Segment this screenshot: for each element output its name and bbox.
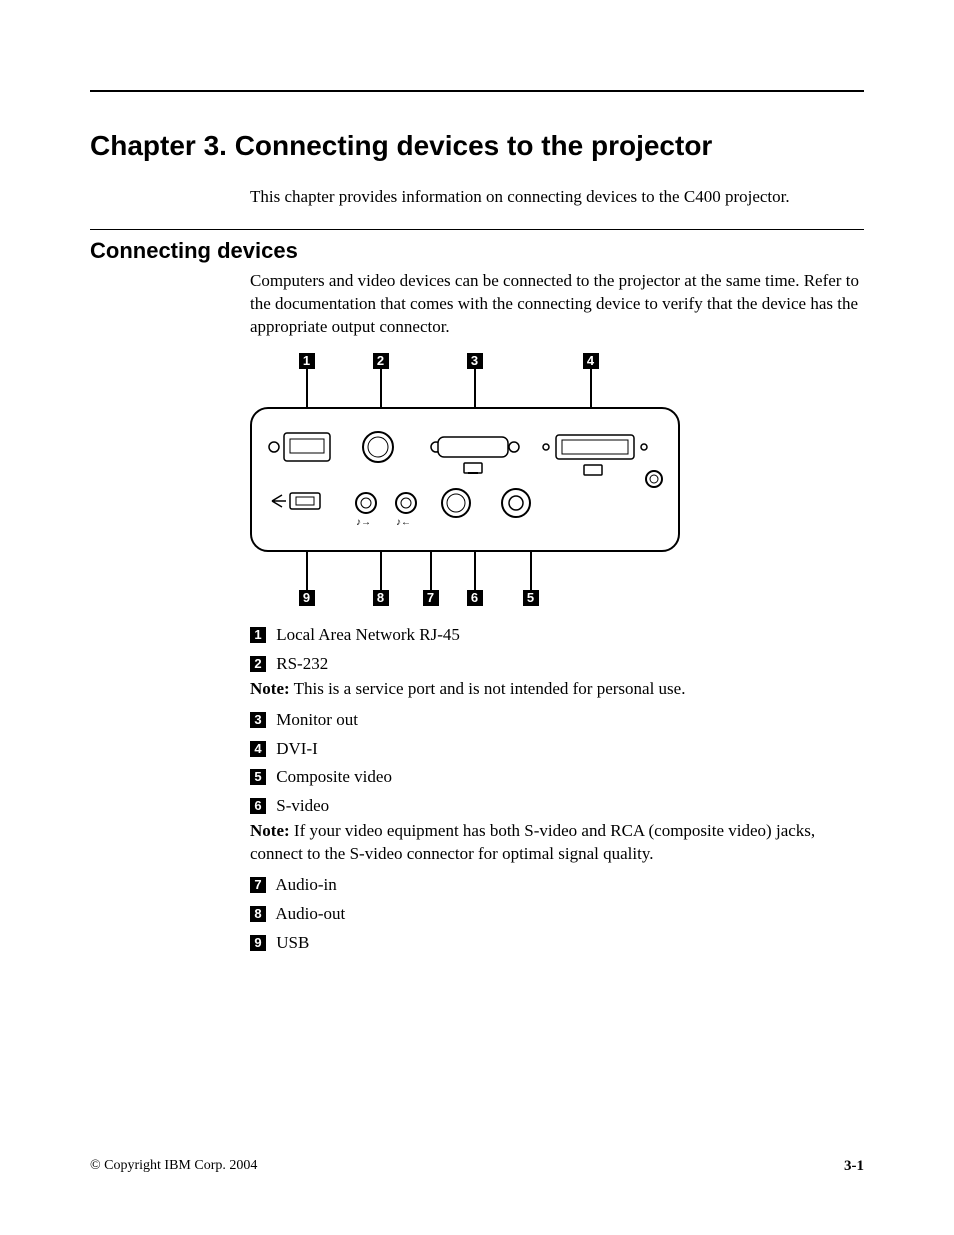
diagram-label-1: 1 [299,353,315,369]
note-label: Note: [250,679,290,698]
callout-badge: 9 [250,935,266,951]
note-text: This is a service port and is not intend… [294,679,686,698]
callout-label: USB [276,933,309,952]
callout-item: 9 USB [250,932,864,955]
callout-badge: 2 [250,656,266,672]
callout-label: Audio-in [275,875,336,894]
callout-item: 1 Local Area Network RJ-45 [250,624,864,647]
callout-label: DVI-I [276,739,318,758]
callout-item: 5 Composite video [250,766,864,789]
callout-label: RS-232 [276,654,328,673]
diagram-label-2: 2 [373,353,389,369]
diagram-label-4: 4 [583,353,599,369]
callout-label: Local Area Network RJ-45 [276,625,460,644]
callout-label: Monitor out [276,710,358,729]
note-text: If your video equipment has both S-video… [250,821,815,863]
callout-item: 4 DVI-I [250,738,864,761]
section-rule [90,229,864,230]
callout-list: 3 Monitor out 4 DVI-I 5 Composite video … [250,709,864,819]
callout-item: 2 RS-232 [250,653,864,676]
callout-item: 6 S-video [250,795,864,818]
callout-badge: 7 [250,877,266,893]
callout-label: Composite video [276,767,392,786]
callout-badge: 8 [250,906,266,922]
diagram-label-5: 5 [523,590,539,606]
footer-copyright: © Copyright IBM Corp. 2004 [90,1158,257,1175]
diagram-label-6: 6 [467,590,483,606]
callout-list: 7 Audio-in 8 Audio-out 9 USB [250,874,864,955]
callout-label: S-video [276,796,329,815]
callout-badge: 4 [250,741,266,757]
diagram-label-3: 3 [467,353,483,369]
callout-item: 3 Monitor out [250,709,864,732]
callout-note: Note: If your video equipment has both S… [250,820,864,866]
callout-item: 7 Audio-in [250,874,864,897]
footer-page-number: 3-1 [844,1158,864,1175]
diagram-label-7: 7 [423,590,439,606]
connector-diagram: 1 2 3 4 [250,353,680,606]
callout-note: Note: This is a service port and is not … [250,678,864,701]
callout-badge: 3 [250,712,266,728]
chapter-intro: This chapter provides information on con… [250,186,864,209]
chapter-title: Chapter 3. Connecting devices to the pro… [90,130,864,162]
section-body: Computers and video devices can be conne… [250,270,864,339]
diagram-label-8: 8 [373,590,389,606]
svg-text:♪→: ♪→ [356,517,371,528]
callout-badge: 1 [250,627,266,643]
svg-text:♪←: ♪← [396,517,411,528]
section-title: Connecting devices [90,238,864,264]
callout-label: Audio-out [275,904,345,923]
callout-badge: 6 [250,798,266,814]
diagram-label-9: 9 [299,590,315,606]
note-label: Note: [250,821,290,840]
page-footer: © Copyright IBM Corp. 2004 3-1 [90,1158,864,1175]
callout-badge: 5 [250,769,266,785]
callout-list: 1 Local Area Network RJ-45 2 RS-232 [250,624,864,676]
top-rule [90,90,864,92]
projector-back-panel: ♪→ ♪← [250,407,680,552]
panel-svg: ♪→ ♪← [266,421,666,531]
document-page: Chapter 3. Connecting devices to the pro… [0,0,954,1235]
callout-item: 8 Audio-out [250,903,864,926]
